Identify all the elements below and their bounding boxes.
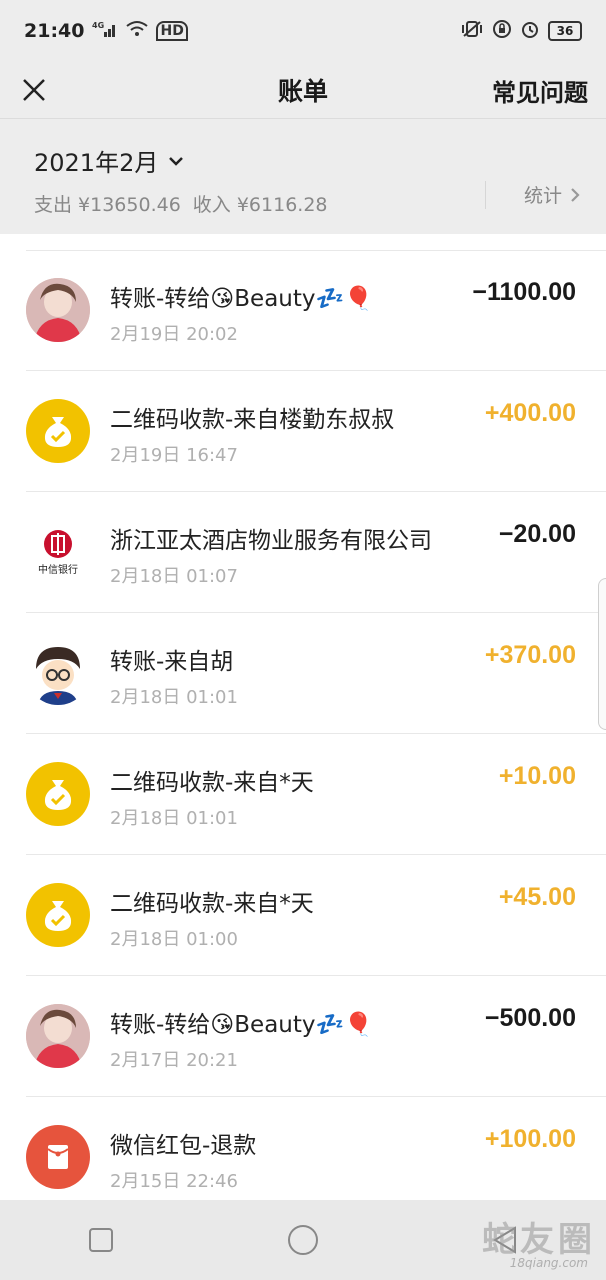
money-bag-icon <box>44 417 72 447</box>
transaction-time: 2月17日 20:21 <box>110 1050 238 1071</box>
avatar <box>26 1004 90 1068</box>
svg-text:4G: 4G <box>92 21 104 30</box>
stats-label: 统计 <box>523 185 562 207</box>
watermark-url: 18qiang.com <box>509 1256 588 1270</box>
scroll-handle[interactable] <box>598 578 606 730</box>
transaction-time: 2月19日 20:02 <box>110 324 238 345</box>
transaction-title: 二维码收款-来自*天 <box>110 891 314 917</box>
transaction-amount: +100.00 <box>484 1125 576 1153</box>
avatar <box>26 399 90 463</box>
transaction-row[interactable]: 转账-转给😘Beauty💤🎈 2月19日 20:02 −1100.00 <box>0 250 606 371</box>
chevron-down-icon <box>169 156 184 166</box>
avatar <box>26 883 90 947</box>
income-total: 收入 ¥6116.28 <box>192 194 328 216</box>
transaction-list: 转账-转给😘Beauty💤🎈 2月19日 20:02 −1100.00 二维码收… <box>0 234 606 1200</box>
avatar <box>26 278 90 342</box>
transaction-row[interactable]: 二维码收款-来自*天 2月18日 01:00 +45.00 <box>0 855 606 976</box>
month-selector[interactable]: 2021年2月 <box>34 143 572 178</box>
transaction-time: 2月19日 16:47 <box>110 445 238 466</box>
circle-icon <box>288 1225 318 1255</box>
expense-total: 支出 ¥13650.46 <box>34 194 181 216</box>
hd-icon: HD <box>156 21 188 41</box>
transaction-time: 2月18日 01:07 <box>110 566 238 587</box>
transaction-amount: +370.00 <box>484 641 576 669</box>
cartoon-avatar-icon <box>36 647 80 705</box>
avatar <box>26 641 90 705</box>
vibrate-icon <box>460 20 484 42</box>
alarm-icon <box>520 19 540 43</box>
lock-rotation-icon <box>492 19 512 43</box>
avatar: 中信银行 <box>26 520 90 584</box>
transaction-time: 2月18日 01:00 <box>110 929 238 950</box>
transaction-title: 转账-来自胡 <box>110 649 234 675</box>
transaction-row[interactable]: 转账-来自胡 2月18日 01:01 +370.00 <box>0 613 606 734</box>
status-left: 21:40 4G HD <box>24 20 188 42</box>
recent-apps-button[interactable] <box>71 1210 131 1270</box>
photo-avatar-icon <box>26 278 90 342</box>
transaction-title: 二维码收款-来自楼勤东叔叔 <box>110 407 395 433</box>
transaction-row[interactable]: 微信红包-退款 2月15日 22:46 +100.00 <box>0 1097 606 1200</box>
transaction-title: 转账-转给😘Beauty💤🎈 <box>110 286 373 312</box>
transaction-amount: −1100.00 <box>472 278 576 306</box>
transaction-time: 2月18日 01:01 <box>110 808 238 829</box>
faq-link[interactable]: 常见问题 <box>492 73 588 108</box>
wifi-icon <box>126 20 149 42</box>
transaction-amount: −500.00 <box>484 1004 576 1032</box>
stats-divider <box>485 181 486 209</box>
nav-bar: 账单 常见问题 <box>0 62 606 118</box>
citic-bank-logo-icon <box>44 529 72 558</box>
transaction-amount: +45.00 <box>498 883 576 911</box>
status-bar: 21:40 4G HD 36 <box>0 0 606 62</box>
transaction-row[interactable]: 二维码收款-来自楼勤东叔叔 2月19日 16:47 +400.00 <box>0 371 606 492</box>
close-icon <box>23 79 45 101</box>
photo-avatar-icon <box>26 1004 90 1068</box>
transaction-row[interactable]: 转账-转给😘Beauty💤🎈 2月17日 20:21 −500.00 <box>0 976 606 1097</box>
totals: 支出 ¥13650.46 收入 ¥6116.28 <box>34 190 572 217</box>
transaction-title: 转账-转给😘Beauty💤🎈 <box>110 1012 373 1038</box>
battery-indicator: 36 <box>548 21 582 41</box>
transaction-time: 2月15日 22:46 <box>110 1171 238 1192</box>
avatar <box>26 1125 90 1189</box>
transaction-row[interactable]: 中信银行 浙江亚太酒店物业服务有限公司 2月18日 01:07 −20.00 <box>0 492 606 613</box>
stats-link[interactable]: 统计 <box>524 181 580 208</box>
avatar <box>26 762 90 826</box>
clock: 21:40 <box>24 20 85 42</box>
month-label: 2021年2月 <box>34 149 159 177</box>
bank-name: 中信银行 <box>38 564 78 576</box>
transaction-amount: +10.00 <box>498 762 576 790</box>
transaction-title: 微信红包-退款 <box>110 1133 257 1159</box>
money-bag-icon <box>44 780 72 810</box>
transaction-row[interactable]: 二维码收款-来自*天 2月18日 01:01 +10.00 <box>0 734 606 855</box>
transaction-time: 2月18日 01:01 <box>110 687 238 708</box>
transaction-amount: +400.00 <box>484 399 576 427</box>
close-button[interactable] <box>18 74 50 106</box>
transaction-title: 二维码收款-来自*天 <box>110 770 314 796</box>
home-button[interactable] <box>273 1210 333 1270</box>
square-icon <box>89 1228 113 1252</box>
transaction-title: 浙江亚太酒店物业服务有限公司 <box>110 528 432 554</box>
status-right: 36 <box>460 19 582 43</box>
red-packet-icon <box>47 1145 69 1169</box>
transaction-amount: −20.00 <box>498 520 576 548</box>
chevron-right-icon <box>571 187 580 202</box>
watermark: 蛇友圈 <box>482 1220 596 1260</box>
month-summary: 2021年2月 支出 ¥13650.46 收入 ¥6116.28 统计 <box>0 118 606 234</box>
money-bag-icon <box>44 901 72 931</box>
signal-icon: 4G <box>92 20 118 42</box>
